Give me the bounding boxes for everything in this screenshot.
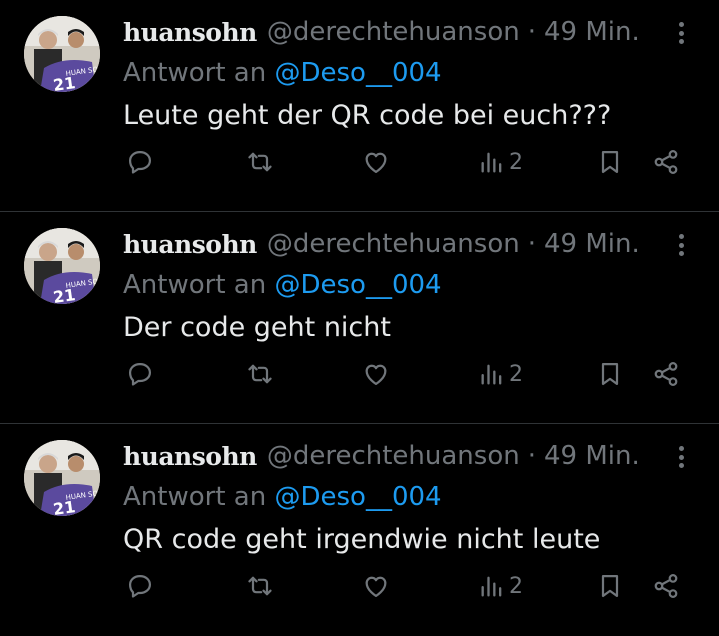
tweet[interactable]: HUAN SON 21 huansohn @derechtehuanson · …	[0, 424, 719, 636]
user-handle[interactable]: @derechtehuanson	[267, 17, 520, 47]
display-name[interactable]: huansohn	[123, 230, 257, 259]
reply-icon[interactable]	[126, 572, 154, 600]
views-button[interactable]: 2	[478, 572, 523, 600]
display-name[interactable]: huansohn	[123, 18, 257, 47]
tweet[interactable]: HUAN SON 21 huansohn @derechtehuanson · …	[0, 212, 719, 424]
more-icon[interactable]	[671, 442, 691, 472]
more-icon[interactable]	[671, 230, 691, 260]
views-count: 2	[509, 361, 523, 387]
avatar[interactable]: HUAN SON 21	[24, 440, 100, 516]
share-icon[interactable]	[652, 360, 680, 388]
display-name[interactable]: huansohn	[123, 442, 257, 471]
user-handle[interactable]: @derechtehuanson	[267, 441, 520, 471]
reply-context: Antwort an @Deso__004	[123, 58, 442, 88]
views-icon	[481, 576, 502, 597]
reply-prefix: Antwort an	[123, 270, 267, 300]
avatar-photo: HUAN SON 21	[24, 16, 100, 92]
views-count: 2	[509, 573, 523, 599]
tweet-header: huansohn @derechtehuanson · 49 Min.	[123, 14, 640, 50]
retweet-icon[interactable]	[246, 148, 274, 176]
retweet-icon[interactable]	[246, 572, 274, 600]
separator: ·	[527, 441, 536, 471]
separator: ·	[527, 229, 536, 259]
bookmark-icon[interactable]	[596, 148, 624, 176]
avatar-photo: HUAN SON 21	[24, 440, 100, 516]
more-icon[interactable]	[671, 18, 691, 48]
reply-prefix: Antwort an	[123, 482, 267, 512]
separator: ·	[527, 17, 536, 47]
retweet-icon[interactable]	[246, 360, 274, 388]
like-icon[interactable]	[362, 148, 390, 176]
timestamp[interactable]: 49 Min.	[544, 229, 640, 259]
bookmark-icon[interactable]	[596, 572, 624, 600]
share-icon[interactable]	[652, 148, 680, 176]
tweet[interactable]: HUAN SON 21 huansohn @derechtehuanson · …	[0, 0, 719, 212]
like-icon[interactable]	[362, 360, 390, 388]
action-bar: 2	[0, 354, 719, 394]
reply-context: Antwort an @Deso__004	[123, 270, 442, 300]
avatar[interactable]: HUAN SON 21	[24, 228, 100, 304]
timestamp[interactable]: 49 Min.	[544, 441, 640, 471]
views-button[interactable]: 2	[478, 148, 523, 176]
like-icon[interactable]	[362, 572, 390, 600]
avatar[interactable]: HUAN SON 21	[24, 16, 100, 92]
views-count: 2	[509, 149, 523, 175]
bookmark-icon[interactable]	[596, 360, 624, 388]
avatar-jersey-number: 21	[52, 73, 77, 92]
timestamp[interactable]: 49 Min.	[544, 17, 640, 47]
tweet-text: Leute geht der QR code bei euch???	[123, 100, 612, 131]
reply-prefix: Antwort an	[123, 58, 267, 88]
views-icon	[481, 364, 502, 385]
avatar-jersey-number: 21	[52, 497, 77, 516]
user-handle[interactable]: @derechtehuanson	[267, 229, 520, 259]
avatar-jersey-number: 21	[52, 285, 77, 304]
action-bar: 2	[0, 142, 719, 182]
avatar-photo: HUAN SON 21	[24, 228, 100, 304]
reply-mention-link[interactable]: @Deso__004	[274, 482, 441, 512]
reply-mention-link[interactable]: @Deso__004	[274, 270, 441, 300]
views-icon	[481, 152, 502, 173]
reply-icon[interactable]	[126, 148, 154, 176]
tweet-text: Der code geht nicht	[123, 312, 391, 343]
tweet-header: huansohn @derechtehuanson · 49 Min.	[123, 438, 640, 474]
action-bar: 2	[0, 566, 719, 606]
reply-mention-link[interactable]: @Deso__004	[274, 58, 441, 88]
views-button[interactable]: 2	[478, 360, 523, 388]
tweet-header: huansohn @derechtehuanson · 49 Min.	[123, 226, 640, 262]
reply-context: Antwort an @Deso__004	[123, 482, 442, 512]
reply-icon[interactable]	[126, 360, 154, 388]
share-icon[interactable]	[652, 572, 680, 600]
tweet-text: QR code geht irgendwie nicht leute	[123, 524, 601, 555]
